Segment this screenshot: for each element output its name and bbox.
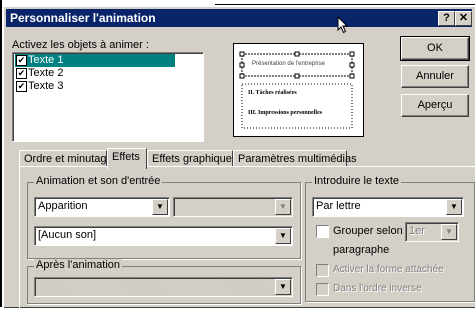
sound-select[interactable]: [Aucun son] ▼	[34, 226, 293, 246]
paragraph-level-value: 1er	[409, 225, 425, 237]
help-button[interactable]: ?	[438, 11, 455, 26]
mouse-cursor-icon	[337, 16, 349, 34]
tab-effets-graphiques[interactable]: Effets graphiques	[147, 150, 237, 167]
list-item-texte-1[interactable]: ✔ Texte 1	[15, 54, 175, 67]
after-animation-select[interactable]: ▼	[34, 277, 293, 297]
custom-animation-dialog: Personnaliser l'animation ? ✕ Activez le…	[3, 6, 475, 309]
slide-preview: Présentation de l'entreprise II. Tâches …	[233, 43, 364, 137]
reverse-order-label: Dans l'ordre inverse	[333, 283, 422, 294]
entry-group-label: Animation et son d'entrée	[34, 175, 163, 187]
chevron-down-icon: ▼	[275, 199, 291, 215]
text-mode-value: Par lettre	[316, 200, 361, 212]
effect-select-value: Apparition	[38, 200, 88, 212]
title-bar[interactable]: Personnaliser l'animation ? ✕	[6, 9, 472, 27]
chevron-down-icon: ▼	[441, 224, 457, 240]
chevron-down-icon[interactable]: ▼	[446, 199, 462, 215]
introduce-text-label: Introduire le texte	[312, 175, 401, 187]
objects-label: Activez les objets à animer :	[12, 39, 149, 51]
reverse-order-checkbox	[316, 283, 329, 296]
chevron-down-icon[interactable]: ▼	[275, 279, 291, 295]
background-divider	[215, 4, 475, 5]
tab-ordre-et-minutage[interactable]: Ordre et minutage	[19, 150, 113, 167]
checkbox-checked-icon[interactable]: ✔	[16, 81, 27, 92]
paragraph-label: paragraphe	[333, 244, 390, 256]
effect-select[interactable]: Apparition ▼	[34, 197, 170, 217]
objects-list[interactable]: ✔ Texte 1 ✔ Texte 2 ✔ Texte 3	[12, 52, 204, 142]
dialog-title: Personnaliser l'animation	[10, 11, 156, 25]
list-item-texte-2[interactable]: ✔ Texte 2	[15, 67, 175, 80]
text-mode-select[interactable]: Par lettre ▼	[312, 197, 464, 217]
preview-line-2: II. Tâches réalisées	[248, 90, 297, 96]
after-animation-label: Après l'animation	[34, 259, 123, 271]
preview-line-3: III. Impressions personnelles	[248, 110, 323, 116]
group-by-checkbox[interactable]	[316, 225, 329, 238]
background-edge	[0, 0, 2, 307]
preview-title-text: Présentation de l'entreprise	[252, 61, 325, 67]
attached-shape-checkbox	[316, 264, 329, 277]
list-item-label: Texte 2	[28, 67, 64, 79]
checkbox-checked-icon[interactable]: ✔	[16, 55, 27, 66]
list-item-label: Texte 3	[28, 80, 64, 92]
tab-parametres-multimedias[interactable]: Paramètres multimédias	[233, 150, 357, 167]
effects-panel: Animation et son d'entrée Apparition ▼ ▼…	[19, 166, 475, 309]
list-item-texte-3[interactable]: ✔ Texte 3	[15, 80, 175, 93]
chevron-down-icon[interactable]: ▼	[152, 199, 168, 215]
tab-effets[interactable]: Effets	[107, 148, 147, 169]
preview-button[interactable]: Aperçu	[401, 94, 469, 117]
paragraph-level-select: 1er ▼	[405, 222, 459, 242]
close-button[interactable]: ✕	[455, 11, 472, 26]
after-animation-group: Après l'animation ▼	[27, 259, 301, 304]
attached-shape-label: Activer la forme attachée	[333, 264, 444, 275]
ok-button[interactable]: OK	[400, 36, 470, 61]
list-item-label: Texte 1	[28, 54, 64, 66]
entry-group: Animation et son d'entrée Apparition ▼ ▼…	[27, 175, 301, 259]
checkbox-checked-icon[interactable]: ✔	[16, 68, 27, 79]
cancel-button[interactable]: Annuler	[401, 65, 469, 88]
direction-select: ▼	[173, 197, 293, 217]
group-by-label: Grouper selon le	[333, 225, 415, 237]
chevron-down-icon[interactable]: ▼	[275, 228, 291, 244]
introduce-text-group: Introduire le texte Par lettre ▼ Grouper…	[305, 175, 475, 302]
sound-select-value: [Aucun son]	[38, 229, 97, 241]
